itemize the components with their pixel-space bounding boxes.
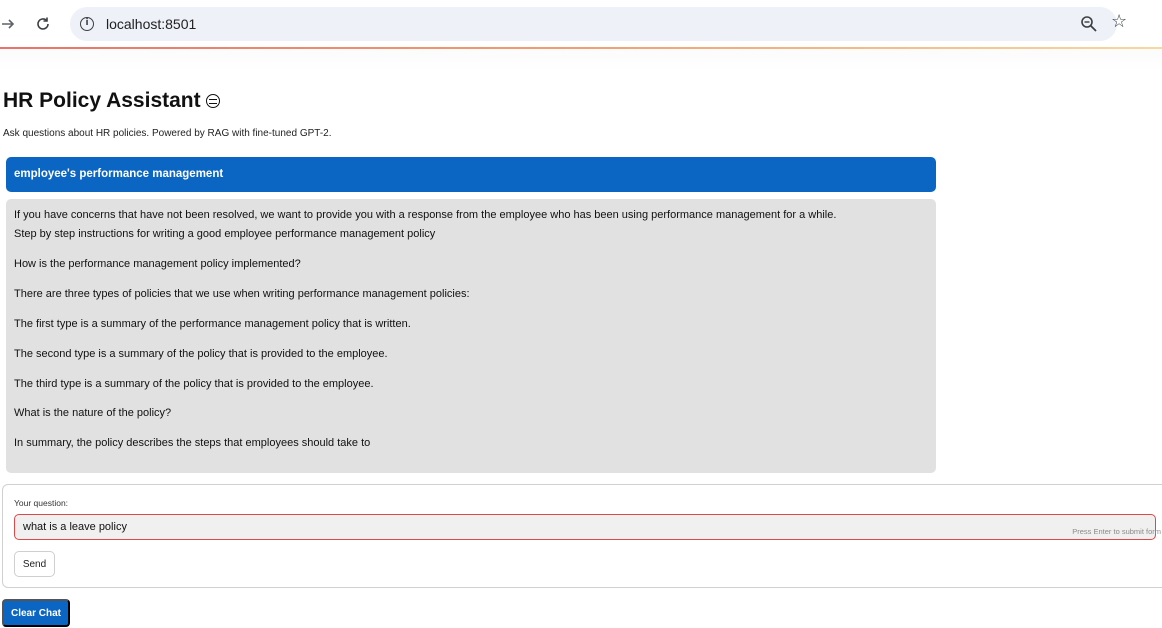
send-button[interactable]: Send [14,551,55,577]
assistant-line: The third type is a summary of the polic… [14,378,374,390]
clear-chat-button[interactable]: Clear Chat [2,599,70,627]
assistant-line: What is the nature of the policy? [14,407,172,419]
page-title: HR Policy Assistant [3,89,220,113]
emoji-icon [205,94,220,108]
site-info-icon[interactable]: i [80,17,94,31]
question-form: Your question: Press Enter to submit for… [2,484,1162,588]
browser-toolbar: i localhost:8501 ☆ [0,0,1162,48]
assistant-line: The first type is a summary of the perfo… [14,318,411,330]
submit-hint: Press Enter to submit form [1072,527,1161,536]
page-title-text: HR Policy Assistant [3,89,201,112]
page-subtitle: Ask questions about HR policies. Powered… [3,128,332,139]
reload-icon[interactable] [31,12,55,36]
question-label: Your question: [14,498,69,508]
url-text[interactable]: localhost:8501 [106,16,196,32]
assistant-line: Step by step instructions for writing a … [14,228,436,240]
question-input[interactable] [14,514,1156,540]
assistant-line: How is the performance management policy… [14,258,301,270]
assistant-line: The second type is a summary of the poli… [14,348,388,360]
forward-arrow-icon[interactable] [0,12,20,36]
zoom-icon[interactable] [1080,15,1098,33]
assistant-line: There are three types of policies that w… [14,288,470,300]
user-message: employee's performance management [6,157,936,192]
assistant-line: If you have concerns that have not been … [14,209,837,221]
app-header [0,49,1162,71]
address-bar[interactable]: i localhost:8501 [70,7,1117,41]
assistant-line: In summary, the policy describes the ste… [14,437,371,449]
bookmark-star-icon[interactable]: ☆ [1111,13,1127,31]
assistant-message: If you have concerns that have not been … [6,199,936,473]
